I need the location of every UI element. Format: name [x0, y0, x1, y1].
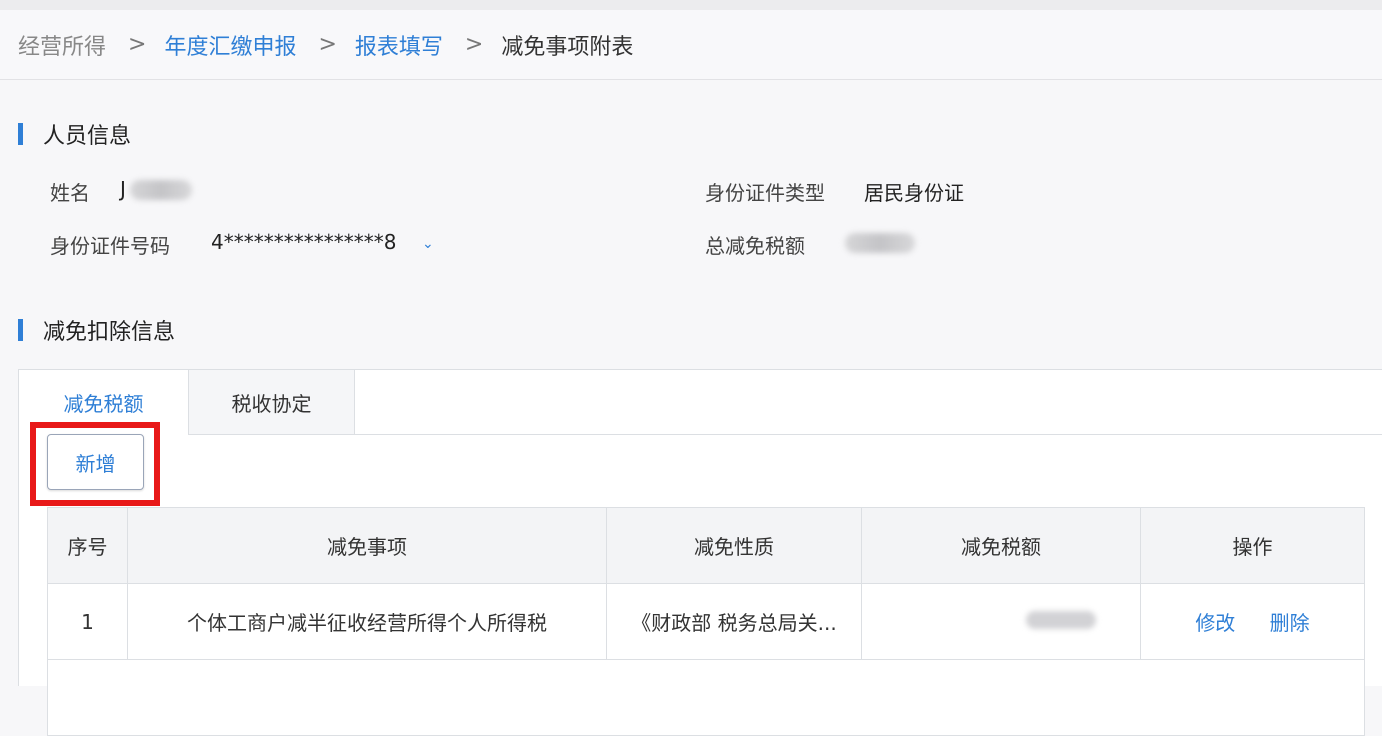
- personal-info-heading: 人员信息: [18, 118, 131, 150]
- add-button[interactable]: 新增: [47, 434, 144, 490]
- column-header-actions: 操作: [1140, 507, 1365, 584]
- section-title: 人员信息: [43, 124, 132, 149]
- breadcrumb-separator-icon: >: [128, 32, 147, 57]
- column-header-index: 序号: [47, 507, 128, 584]
- breadcrumb-item-current: 减免事项附表: [501, 34, 634, 60]
- copy-icon[interactable]: ⌄: [422, 236, 434, 252]
- cell-nature: 《财政部 税务总局关...: [606, 583, 862, 660]
- total-relief-label: 总减免税额: [705, 234, 805, 258]
- cell-index: 1: [47, 583, 128, 660]
- cell-actions: 修改 删除: [1140, 583, 1365, 660]
- table-header-row: 序号 减免事项 减免性质 减免税额 操作: [47, 507, 1365, 584]
- amount-redacted: [1026, 610, 1096, 629]
- breadcrumb: 经营所得 > 年度汇缴申报 > 报表填写 > 减免事项附表: [0, 10, 1382, 80]
- id-type-value: 居民身份证: [864, 181, 964, 205]
- id-number-label: 身份证件号码: [50, 234, 170, 258]
- column-header-item: 减免事项: [127, 507, 607, 584]
- breadcrumb-item-form-fill[interactable]: 报表填写: [355, 29, 443, 61]
- total-relief-value-redacted: [845, 233, 915, 253]
- section-title: 减免扣除信息: [43, 320, 176, 345]
- name-label: 姓名: [50, 181, 90, 205]
- section-marker: [18, 319, 23, 341]
- relief-table: 序号 减免事项 减免性质 减免税额 操作 1 个体工商户减半征收经营所得个人所得…: [47, 507, 1365, 736]
- name-value-redacted: [130, 180, 192, 200]
- name-value-initial: J: [120, 177, 126, 201]
- tab-bar: 减免税额 税收协定: [19, 370, 1382, 435]
- column-header-nature: 减免性质: [606, 507, 862, 584]
- table-row: 1 个体工商户减半征收经营所得个人所得税 《财政部 税务总局关... 修改 删除: [47, 583, 1365, 660]
- breadcrumb-item-business-income[interactable]: 经营所得: [18, 29, 106, 61]
- edit-link[interactable]: 修改: [1195, 611, 1235, 635]
- top-strip: [0, 0, 1382, 10]
- table-row-empty: [47, 659, 1365, 736]
- id-type-label: 身份证件类型: [705, 181, 825, 205]
- section-marker: [18, 123, 23, 145]
- cell-item: 个体工商户减半征收经营所得个人所得税: [127, 583, 607, 660]
- id-number-value: 4****************8: [211, 230, 397, 254]
- breadcrumb-separator-icon: >: [318, 32, 337, 57]
- tab-tax-treaty[interactable]: 税收协定: [189, 370, 355, 434]
- relief-info-heading: 减免扣除信息: [18, 314, 175, 346]
- cell-amount: [861, 583, 1141, 660]
- column-header-amount: 减免税额: [861, 507, 1141, 584]
- breadcrumb-item-annual-filing[interactable]: 年度汇缴申报: [164, 29, 296, 61]
- breadcrumb-separator-icon: >: [464, 32, 484, 57]
- delete-link[interactable]: 删除: [1270, 611, 1310, 635]
- empty-cell: [47, 659, 1365, 736]
